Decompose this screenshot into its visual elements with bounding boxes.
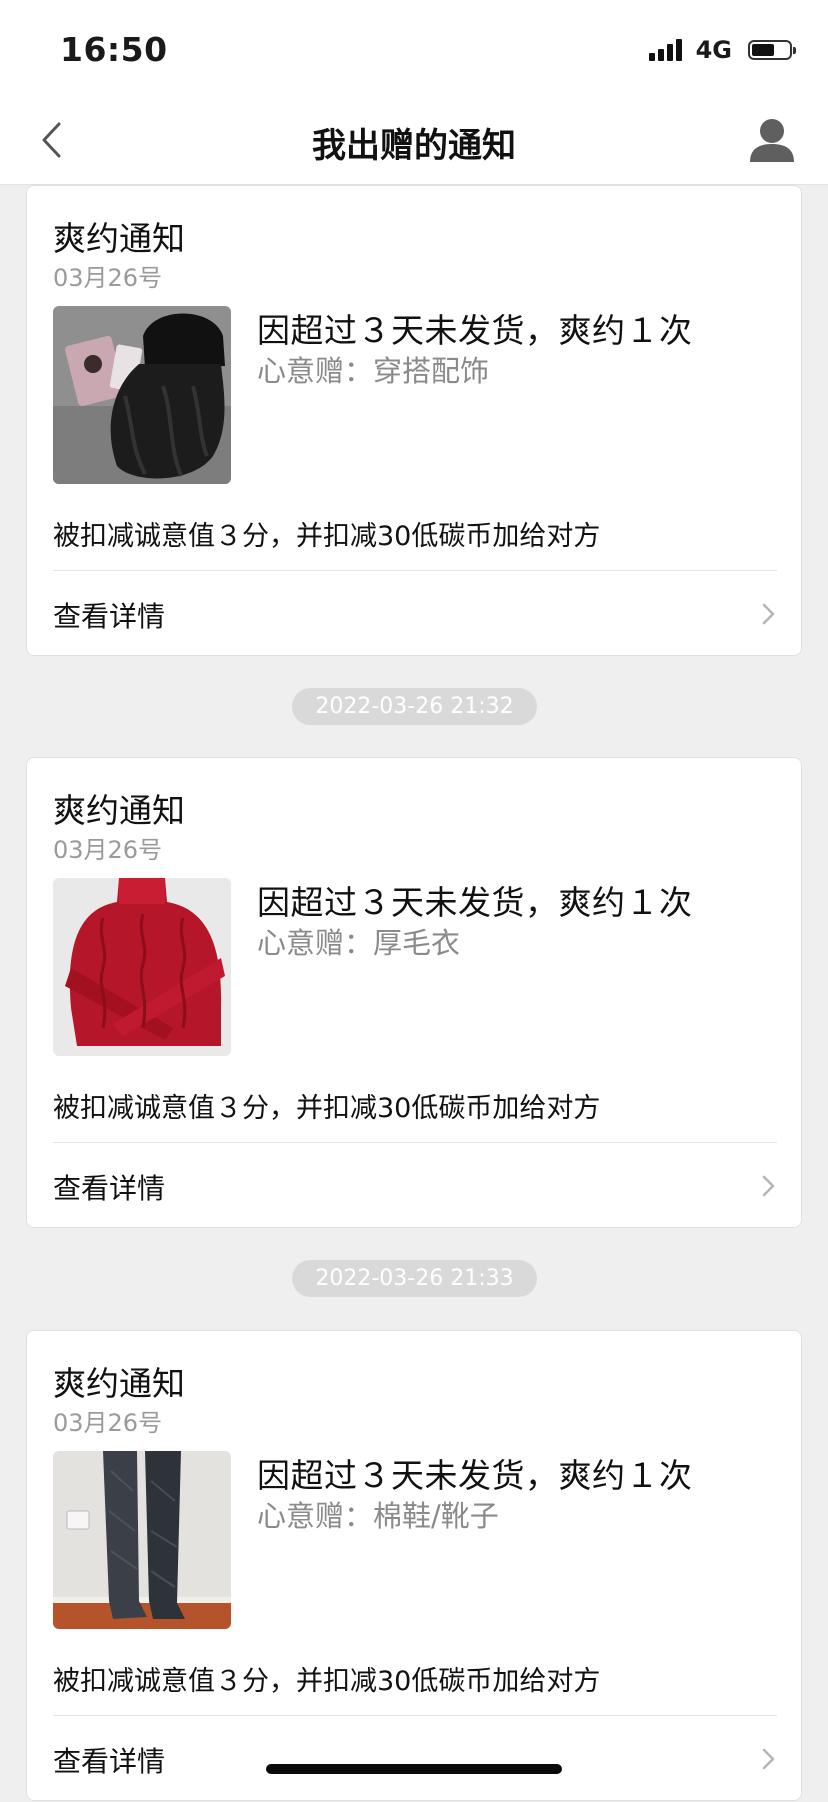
- penalty-text: 被扣减诚意值３分，并扣减30低碳币加给对方: [53, 1666, 601, 1697]
- timestamp-divider: 2022-03-26 21:33: [292, 1260, 537, 1297]
- timestamp-divider: 2022-03-26 21:32: [292, 688, 537, 725]
- user-icon: [750, 119, 794, 162]
- penalty-text: 被扣减诚意值３分，并扣减30低碳币加给对方: [53, 1093, 601, 1124]
- notice-card: 爽约通知 03月26号 因超过３天未发货，爽约１次 心意赠：厚毛衣 被扣减诚意值…: [26, 757, 802, 1228]
- notice-title: 爽约通知: [53, 1364, 185, 1403]
- item-thumbnail[interactable]: [53, 306, 231, 484]
- notice-date: 03月26号: [53, 264, 163, 292]
- notice-title: 爽约通知: [53, 791, 185, 830]
- item-thumbnail[interactable]: [53, 1451, 231, 1629]
- network-type: 4G: [695, 36, 732, 64]
- nav-bar: 我出赠的通知: [0, 96, 828, 185]
- view-details-row[interactable]: 查看详情: [27, 1716, 801, 1802]
- profile-button[interactable]: [746, 114, 798, 166]
- view-details-label: 查看详情: [53, 1172, 166, 1205]
- view-details-label: 查看详情: [53, 1745, 166, 1778]
- battery-icon: [748, 40, 796, 60]
- notice-date: 03月26号: [53, 1409, 163, 1437]
- gift-category: 心意赠：穿搭配饰: [257, 354, 490, 388]
- item-thumbnail[interactable]: [53, 878, 231, 1056]
- chevron-right-icon: [762, 603, 775, 625]
- wig-and-hat-photo: [53, 306, 231, 484]
- notice-title: 爽约通知: [53, 219, 185, 258]
- notice-card: 爽约通知 03月26号 因超过３天未发货，爽约１次 心意赠：穿搭配饰 被扣减诚意…: [26, 185, 802, 656]
- view-details-label: 查看详情: [53, 600, 166, 633]
- notice-card: 爽约通知 03月26号 因超过３天未发货，爽约１次 心意赠：棉鞋/靴子 被扣减诚…: [26, 1330, 802, 1801]
- notice-reason: 因超过３天未发货，爽约１次: [257, 1456, 693, 1495]
- chevron-right-icon: [762, 1175, 775, 1197]
- status-indicators: 4G: [648, 36, 796, 64]
- chevron-right-icon: [762, 1748, 775, 1770]
- page-title: 我出赠的通知: [312, 126, 516, 166]
- boots-photo: [53, 1451, 231, 1629]
- view-details-row[interactable]: 查看详情: [27, 571, 801, 657]
- gift-category: 心意赠：棉鞋/靴子: [257, 1499, 499, 1533]
- notice-reason: 因超过３天未发货，爽约１次: [257, 883, 693, 922]
- red-sweater-photo: [53, 878, 231, 1056]
- home-indicator[interactable]: [266, 1764, 562, 1774]
- signal-icon: [648, 39, 682, 61]
- notice-reason: 因超过３天未发货，爽约１次: [257, 311, 693, 350]
- battery-level: [752, 44, 774, 56]
- penalty-text: 被扣减诚意值３分，并扣减30低碳币加给对方: [53, 521, 601, 552]
- notice-date: 03月26号: [53, 836, 163, 864]
- status-bar: 16:50 4G: [0, 0, 828, 96]
- status-time: 16:50: [60, 30, 168, 69]
- view-details-row[interactable]: 查看详情: [27, 1143, 801, 1229]
- gift-category: 心意赠：厚毛衣: [257, 926, 461, 960]
